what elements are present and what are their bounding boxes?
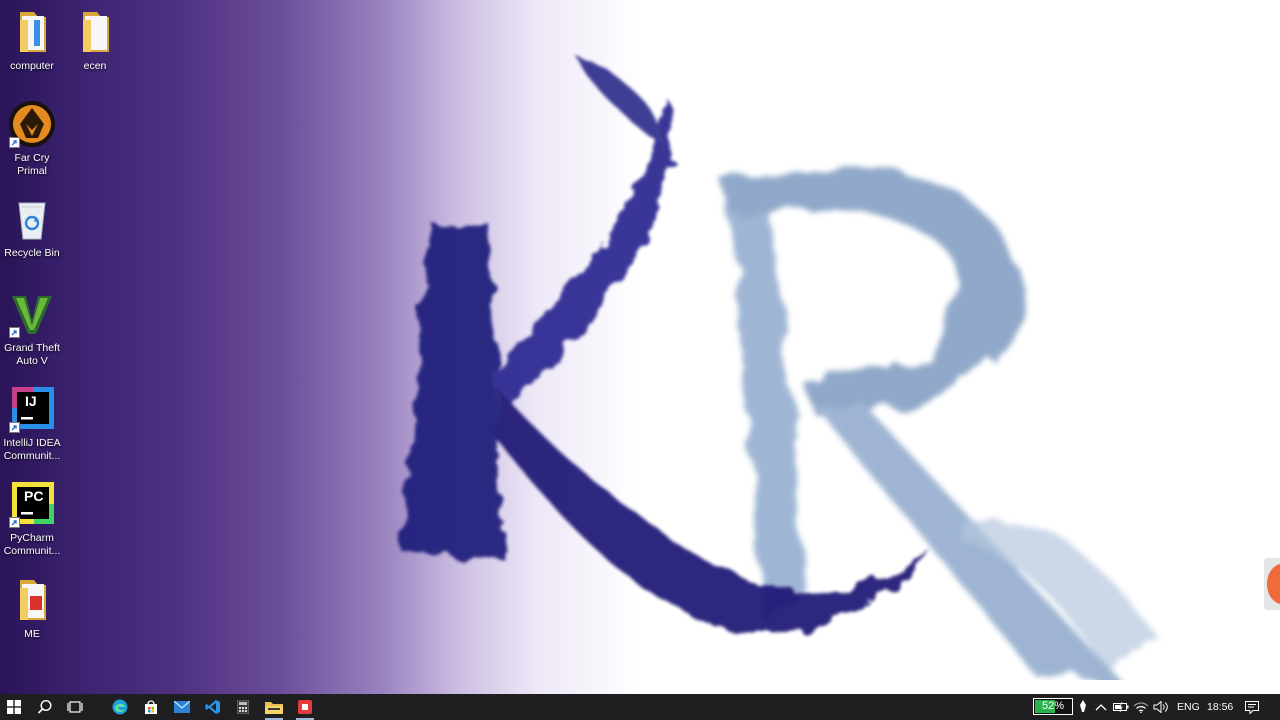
far-cry-primal-icon [8, 100, 56, 148]
notification-icon [1245, 700, 1259, 714]
desktop-icon-label: PyCharm Communit... [3, 532, 61, 557]
recycle-bin-icon [8, 195, 56, 243]
wallpaper-letter-k [400, 50, 930, 632]
clock[interactable]: 18:56 [1207, 694, 1233, 720]
windows-start-icon [7, 700, 21, 714]
desktop-icon-pycharm[interactable]: PC PyCharm Communit... [0, 480, 64, 558]
desktop-icon-label: IntelliJ IDEA Communit... [3, 437, 61, 462]
vscode-icon [205, 700, 220, 714]
pycharm-logo-text: PC [24, 488, 44, 504]
tray-pen[interactable] [1073, 694, 1093, 720]
desktop: computer ecen Far Cry Primal Recycle Bin… [0, 0, 1280, 694]
shortcut-arrow-icon [9, 517, 20, 528]
tray-show-hidden[interactable] [1091, 694, 1111, 720]
taskbar-mail[interactable] [168, 694, 196, 720]
volume-icon [1153, 701, 1168, 713]
desktop-icon-label: Recycle Bin [4, 247, 60, 259]
edge-icon [112, 699, 128, 715]
desktop-icon-label: Far Cry Primal [14, 152, 50, 177]
taskbar-file-explorer[interactable] [260, 694, 288, 720]
start-button[interactable] [0, 694, 28, 720]
chevron-up-icon [1095, 704, 1107, 711]
desktop-icon-label: ecen [83, 60, 107, 72]
desktop-icon-intellij-idea[interactable]: IJ IntelliJ IDEA Communit... [0, 385, 64, 463]
battery-icon [1113, 702, 1129, 712]
intellij-logo-text: IJ [25, 393, 37, 409]
desktop-icon-label: ME [24, 628, 40, 640]
task-view-icon [67, 701, 83, 713]
calculator-icon [237, 700, 249, 714]
desktop-icon-label: Grand Theft Auto V [4, 342, 60, 367]
search-icon [37, 699, 52, 714]
intellij-idea-icon: IJ [8, 385, 56, 433]
desktop-icon-label: computer [10, 60, 54, 72]
search-button[interactable] [31, 694, 59, 720]
language-indicator[interactable]: ENG [1177, 694, 1200, 720]
action-center-button[interactable] [1238, 694, 1266, 720]
wallpaper-kr-art [400, 50, 1160, 680]
shortcut-arrow-icon [9, 137, 20, 148]
pycharm-icon: PC [8, 480, 56, 528]
taskbar-calculator[interactable] [229, 694, 257, 720]
mail-icon [174, 701, 190, 713]
file-explorer-icon [265, 702, 283, 714]
screen-recorder-icon [298, 700, 312, 714]
folder-icon [71, 8, 119, 56]
shortcut-arrow-icon [9, 327, 20, 338]
taskbar-store[interactable] [137, 694, 165, 720]
tray-battery[interactable] [1111, 694, 1131, 720]
desktop-icon-recycle-bin[interactable]: Recycle Bin [0, 195, 64, 260]
pen-icon [1080, 700, 1086, 712]
task-view-button[interactable] [61, 694, 89, 720]
side-floating-tab[interactable] [1264, 558, 1280, 610]
desktop-icon-computer[interactable]: computer [0, 8, 64, 73]
tray-volume[interactable] [1151, 694, 1171, 720]
store-icon [145, 700, 157, 714]
desktop-icon-gta-v[interactable]: Grand Theft Auto V [0, 290, 64, 368]
desktop-icon-ecen[interactable]: ecen [63, 8, 127, 73]
taskbar: 52% ENG 18:56 [0, 694, 1280, 720]
taskbar-screen-recorder[interactable] [291, 694, 319, 720]
folder-icon [8, 8, 56, 56]
battery-percent-label: 52% [1041, 700, 1065, 712]
taskbar-edge[interactable] [106, 694, 134, 720]
pdf-folder-icon [8, 576, 56, 624]
gta-v-icon [8, 290, 56, 338]
desktop-icon-me[interactable]: ME [0, 576, 64, 641]
desktop-icon-far-cry-primal[interactable]: Far Cry Primal [0, 100, 64, 178]
battery-indicator[interactable]: 52% [1033, 698, 1073, 715]
taskbar-vscode[interactable] [199, 694, 227, 720]
shortcut-arrow-icon [9, 422, 20, 433]
tray-wifi[interactable] [1131, 694, 1151, 720]
wifi-icon [1133, 702, 1149, 713]
